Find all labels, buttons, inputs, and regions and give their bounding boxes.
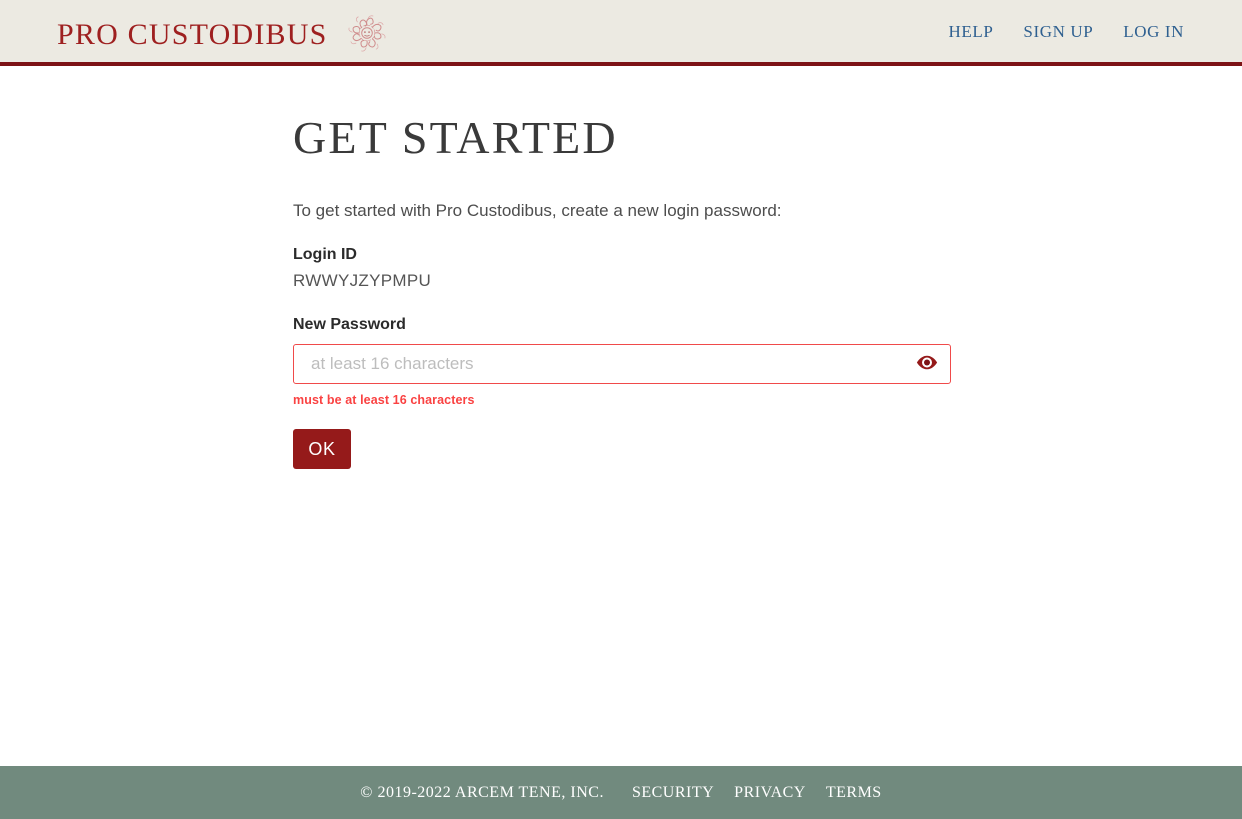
ok-submit-button[interactable]: OK: [293, 429, 351, 470]
footer-link-terms[interactable]: TERMS: [826, 784, 882, 802]
brand-name: PRO CUSTODIBUS: [57, 17, 328, 51]
login-id-value: RWWYJZYPMPU: [293, 271, 432, 291]
nav-link-log-in[interactable]: LOG IN: [1123, 22, 1184, 42]
medusa-emblem-icon: [327, 13, 390, 56]
nav-link-sign-up[interactable]: SIGN UP: [1023, 22, 1093, 42]
footer-inner: © 2019-2022 ARCEM TENE, INC. SECURITY PR…: [360, 784, 881, 802]
nav-link-help[interactable]: HELP: [949, 22, 994, 42]
new-password-input[interactable]: [293, 344, 951, 385]
password-field-wrapper: [293, 344, 951, 385]
eye-icon: [916, 355, 938, 373]
main-navigation: HELP SIGN UP LOG IN: [949, 22, 1185, 42]
new-password-label: New Password: [293, 316, 406, 334]
footer-link-security[interactable]: SECURITY: [632, 784, 714, 802]
brand-logo-link[interactable]: PRO CUSTODIBUS: [57, 13, 390, 56]
intro-text: To get started with Pro Custodibus, crea…: [293, 201, 782, 221]
footer-copyright: © 2019-2022 ARCEM TENE, INC.: [360, 783, 604, 801]
page-title: GET STARTED: [293, 112, 618, 163]
footer-link-privacy[interactable]: PRIVACY: [734, 784, 806, 802]
footer-links: SECURITY PRIVACY TERMS: [632, 784, 882, 802]
site-footer: © 2019-2022 ARCEM TENE, INC. SECURITY PR…: [0, 766, 1242, 819]
main-content: GET STARTED To get started with Pro Cust…: [0, 66, 1242, 766]
toggle-password-visibility-button[interactable]: [916, 356, 938, 372]
site-header: PRO CUSTODIBUS HELP SIGN UP LOG IN: [0, 0, 1242, 66]
get-started-form-container: GET STARTED To get started with Pro Cust…: [293, 66, 953, 470]
login-id-label: Login ID: [293, 246, 357, 264]
password-error-message: must be at least 16 characters: [293, 393, 475, 408]
